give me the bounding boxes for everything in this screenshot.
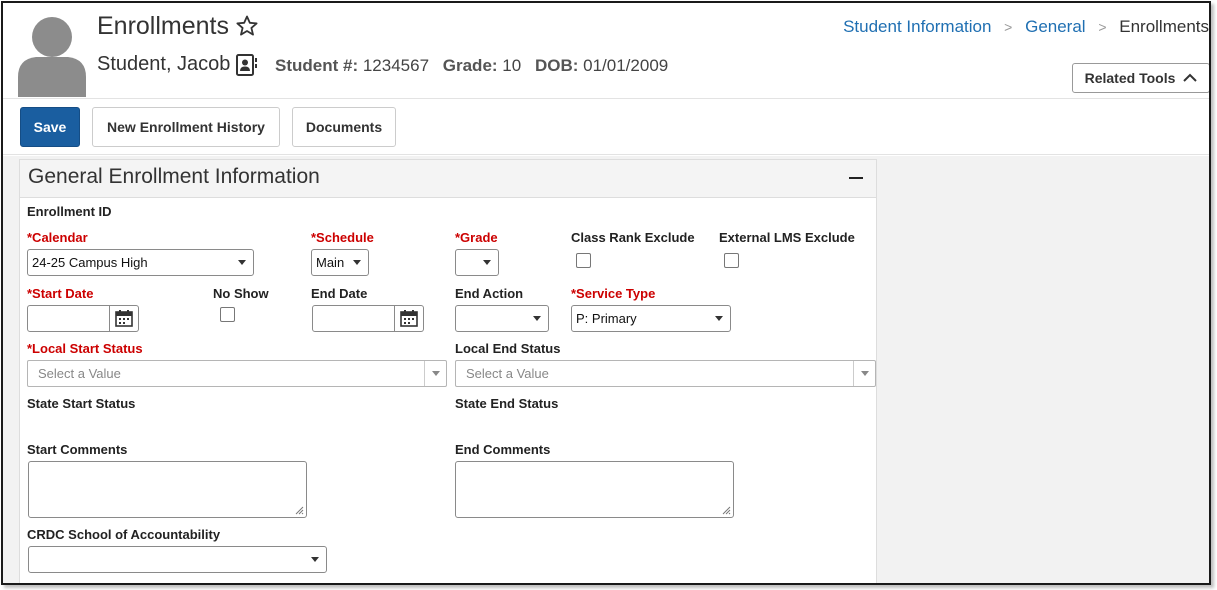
calendar-icon: [400, 310, 418, 327]
state-end-status-label: State End Status: [455, 396, 559, 411]
student-header: Enrollments Student, Jacob Student #: 12…: [3, 3, 1209, 99]
save-button[interactable]: Save: [20, 107, 80, 147]
end-date-calendar-button[interactable]: [395, 305, 424, 332]
start-date-input[interactable]: [27, 305, 110, 332]
collapse-icon[interactable]: [848, 169, 864, 187]
caret-down-icon: [483, 260, 491, 265]
grade-field-label: *Grade: [455, 230, 498, 245]
service-type-value: P: Primary: [576, 311, 637, 326]
chevron-right-icon: >: [1004, 19, 1013, 35]
schedule-select[interactable]: Main: [311, 249, 369, 276]
caret-down-icon: [715, 316, 723, 321]
calendar-value: 24-25 Campus High: [32, 255, 148, 270]
start-comments-textarea[interactable]: [28, 461, 307, 518]
general-enrollment-panel: General Enrollment Information Enrollmen…: [19, 159, 877, 583]
documents-button[interactable]: Documents: [292, 107, 396, 147]
external-lms-exclude-label: External LMS Exclude: [719, 230, 855, 245]
chevron-up-icon: [1183, 73, 1198, 82]
crdc-school-select[interactable]: [28, 546, 327, 573]
panel-title: General Enrollment Information: [28, 165, 320, 188]
student-number: 1234567: [362, 56, 430, 75]
student-name: Student, Jacob: [97, 53, 231, 75]
local-end-status-placeholder: Select a Value: [466, 366, 549, 381]
caret-down-icon[interactable]: [853, 361, 875, 386]
local-end-status-combobox[interactable]: Select a Value: [455, 360, 876, 387]
service-type-label: *Service Type: [571, 286, 656, 301]
student-avatar: [18, 17, 86, 97]
end-comments-label: End Comments: [455, 442, 551, 457]
class-rank-exclude-checkbox[interactable]: [576, 253, 591, 268]
no-show-checkbox[interactable]: [220, 307, 235, 322]
start-comments-label: Start Comments: [27, 442, 128, 457]
crdc-school-label: CRDC School of Accountability: [27, 527, 221, 542]
student-grade: 10: [502, 56, 522, 75]
resize-grip-icon[interactable]: [294, 505, 304, 515]
action-toolbar: Save New Enrollment History Documents: [3, 100, 1209, 155]
schedule-label: *Schedule: [311, 230, 374, 245]
dob-label: DOB:: [534, 56, 579, 75]
panel-header: General Enrollment Information: [20, 160, 876, 198]
student-dob: 01/01/2009: [583, 56, 669, 75]
end-action-label: End Action: [455, 286, 524, 301]
caret-down-icon: [533, 316, 541, 321]
no-show-label: No Show: [213, 286, 269, 301]
star-icon[interactable]: [235, 14, 259, 38]
student-number-label: Student #:: [275, 56, 359, 75]
calendar-label: *Calendar: [27, 230, 88, 245]
schedule-value: Main: [316, 255, 345, 270]
page-title: Enrollments: [97, 12, 229, 40]
related-tools-button[interactable]: Related Tools: [1072, 63, 1209, 93]
grade-select[interactable]: [455, 249, 499, 276]
start-date-label: *Start Date: [27, 286, 94, 301]
breadcrumb: Student Information > General > Enrollme…: [843, 17, 1209, 37]
new-enrollment-history-button[interactable]: New Enrollment History: [92, 107, 280, 147]
resize-grip-icon[interactable]: [721, 505, 731, 515]
breadcrumb-current: Enrollments: [1119, 17, 1209, 36]
service-type-select[interactable]: P: Primary: [571, 305, 731, 332]
state-start-status-label: State Start Status: [27, 396, 136, 411]
breadcrumb-student-information[interactable]: Student Information: [843, 17, 991, 36]
calendar-select[interactable]: 24-25 Campus High: [27, 249, 254, 276]
end-date-label: End Date: [311, 286, 368, 301]
enrollment-id-label: Enrollment ID: [27, 204, 112, 219]
start-date-calendar-button[interactable]: [110, 305, 139, 332]
app-window: Enrollments Student, Jacob Student #: 12…: [1, 1, 1211, 585]
contact-card-icon[interactable]: [235, 53, 259, 77]
local-start-status-placeholder: Select a Value: [38, 366, 121, 381]
breadcrumb-general[interactable]: General: [1025, 17, 1085, 36]
calendar-icon: [115, 310, 133, 327]
caret-down-icon: [353, 260, 361, 265]
local-start-status-combobox[interactable]: Select a Value: [27, 360, 447, 387]
caret-down-icon: [238, 260, 246, 265]
related-tools-label: Related Tools: [1084, 70, 1176, 86]
end-date-input[interactable]: [312, 305, 395, 332]
caret-down-icon: [311, 557, 319, 562]
end-action-select[interactable]: [455, 305, 549, 332]
local-end-status-label: Local End Status: [455, 341, 561, 356]
chevron-right-icon: >: [1098, 19, 1107, 35]
end-comments-textarea[interactable]: [455, 461, 734, 518]
grade-label: Grade:: [442, 56, 498, 75]
caret-down-icon[interactable]: [424, 361, 446, 386]
external-lms-exclude-checkbox[interactable]: [724, 253, 739, 268]
class-rank-exclude-label: Class Rank Exclude: [571, 230, 695, 245]
student-meta: Student #: 1234567 Grade: 10 DOB: 01/01/…: [275, 56, 668, 76]
local-start-status-label: *Local Start Status: [27, 341, 143, 356]
